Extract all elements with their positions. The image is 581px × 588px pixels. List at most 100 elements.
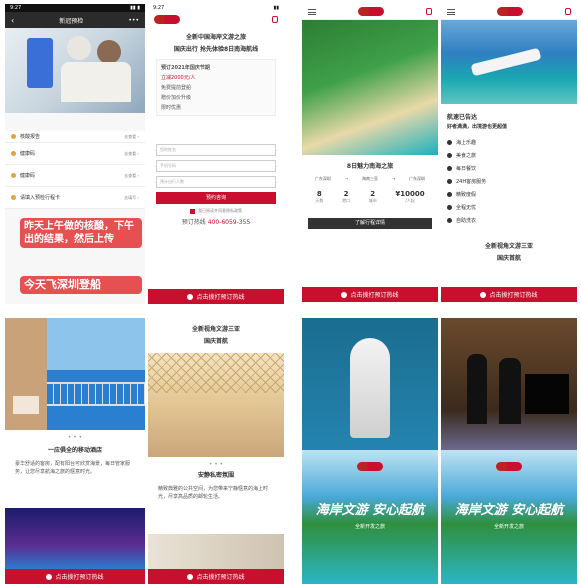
banner-title: 海岸文游 安心起航 <box>315 503 425 518</box>
ship-aerial-screen: 海岸文游 安心起航 全新开发之旅 <box>302 318 438 584</box>
show-photo <box>5 508 145 570</box>
section-heading: 一应俱全的移动酒店 <box>47 447 102 454</box>
section-subheading: 国庆首航 <box>203 338 228 345</box>
feature-row: 全程无忧 <box>441 201 577 214</box>
app-header: ‹ 新冠预检 ••• <box>5 12 145 28</box>
dining-photo <box>148 534 284 570</box>
logo <box>154 14 180 24</box>
status-bar: 9:27 ▮▮ ▮ <box>5 4 145 12</box>
carousel-dots: • • • <box>208 461 224 468</box>
doc-icon <box>11 151 16 156</box>
feature-icon <box>447 218 452 223</box>
people-field[interactable]: 预计出行人数 <box>156 176 276 188</box>
lounge-photo <box>148 353 284 457</box>
phone-icon <box>187 293 194 300</box>
musician-figure <box>467 354 487 424</box>
banner-sub: 全新开发之旅 <box>493 524 524 530</box>
checkbox-icon <box>190 208 195 214</box>
name-field[interactable]: 您的姓名 <box>156 144 276 156</box>
phone-icon[interactable] <box>426 8 432 15</box>
phone-icon <box>46 573 53 580</box>
health-check-screen: 9:27 ▮▮ ▮ ‹ 新冠预检 ••• 核酸报告 去查看 › 健康码 去查看 › 健… <box>5 4 145 304</box>
menu-icon[interactable] <box>308 8 316 15</box>
section-body: 精致典雅的公共空间，为您带来宁静惬意的海上时光，尽享高品质的邮轮生活。 <box>158 486 269 500</box>
app-header <box>148 12 284 26</box>
feature-icon <box>447 140 452 145</box>
doc-icon <box>11 173 16 178</box>
logo <box>441 456 577 475</box>
island-photo <box>302 20 438 155</box>
menu-icon[interactable] <box>447 8 455 15</box>
feature-icon <box>447 179 452 184</box>
hero-photo <box>5 28 145 113</box>
cabin-photo <box>5 318 145 430</box>
ship-aerial <box>350 338 390 438</box>
feature-row: 美食之旅 <box>441 149 577 162</box>
agree-checkbox[interactable]: 我已阅读并同意隐私政策 <box>148 208 284 214</box>
app-header <box>441 4 577 20</box>
feature-row: 自助洗衣 <box>441 214 577 227</box>
balcony-rail <box>47 382 145 406</box>
trip-title: 8日魅力南海之旅 <box>346 163 394 170</box>
carousel-dots: • • • <box>67 434 83 441</box>
submit-button[interactable]: 预约咨询 <box>156 192 276 204</box>
subheadline: 国庆出行 抢先体验8日南海航线 <box>173 46 259 53</box>
stage-photo <box>441 318 577 450</box>
person-figure <box>61 62 131 102</box>
feature-row: 海上乐趣 <box>441 136 577 149</box>
menu-row[interactable]: 核酸报告 去查看 › <box>5 131 145 143</box>
offer-box: 预订2021年国庆节期 立减2000元/人 免费提前登船 赠价加价升级 限时优惠 <box>156 59 276 116</box>
status-bar: 9:27 ▮▮ <box>148 4 284 12</box>
section-heading: 全新视角文游三亚 <box>191 326 240 333</box>
doc-icon <box>11 134 16 139</box>
headline: 全新中国海岸文游之旅 <box>185 34 246 41</box>
person-figure <box>67 36 91 60</box>
feature-icon <box>447 153 452 158</box>
menu-row[interactable]: 健康码 去查看 › <box>5 165 145 187</box>
feature-sub: 好者满满，出境游也更超值 <box>447 124 508 130</box>
section-heading: 全新视角文游三亚 <box>484 243 533 250</box>
phone-field[interactable]: 手机号码 <box>156 160 276 172</box>
more-icon[interactable]: ••• <box>128 17 139 24</box>
phone-icon <box>480 291 487 298</box>
phone-icon[interactable] <box>565 8 571 15</box>
feature-icon <box>447 205 452 210</box>
lounge-screen: 全新视角文游三亚 国庆首航 • • • 安静私密氛围 精致典雅的公共空间，为您带… <box>148 318 284 584</box>
features-screen: 航速已告达 好者满满，出境游也更超值 海上乐趣 美食之旅 每日餐饮 24H客房服… <box>441 4 577 302</box>
section-body: 豪华舒适的客房，配有阳台可欣赏海景，每日管家服务，让您尽享航海之旅的惬意时光。 <box>15 461 131 475</box>
musicians-screen: 海岸文游 安心起航 全新开发之旅 <box>441 318 577 584</box>
phone-graphic <box>27 38 53 88</box>
phone-icon <box>341 291 348 298</box>
cruise-ship-photo <box>441 20 577 104</box>
feature-icon <box>447 166 452 171</box>
menu-row[interactable]: 健康码 去查看 › <box>5 143 145 165</box>
feature-row: 每日餐饮 <box>441 162 577 175</box>
feature-icon <box>447 192 452 197</box>
section-subheading: 国庆首航 <box>496 255 521 262</box>
menu-row[interactable]: 请填入预检行程卡 去填写 › <box>5 187 145 209</box>
call-bar[interactable]: 点击拨打预订热线 <box>302 287 438 302</box>
call-bar[interactable]: 点击拨打预订热线 <box>148 289 284 304</box>
back-icon[interactable]: ‹ <box>11 16 14 25</box>
caption-overlay: 昨天上午做的核酸，下午出的结果，然后上传 <box>20 218 142 248</box>
call-bar[interactable]: 点击拨打预订热线 <box>441 287 577 302</box>
app-header <box>302 4 438 20</box>
call-bar[interactable]: 点击拨打预订热线 <box>148 569 284 584</box>
call-bar[interactable]: 点击拨打预订热线 <box>5 569 145 584</box>
doc-icon <box>11 195 16 200</box>
banner-sub: 全新开发之旅 <box>354 524 385 530</box>
person-figure <box>97 40 121 64</box>
coast-banner: 海岸文游 安心起航 全新开发之旅 <box>302 450 438 584</box>
phone-icon[interactable] <box>272 15 278 23</box>
feature-heading: 航速已告达 <box>447 114 478 121</box>
details-button[interactable]: 了解行程详情 <box>308 218 432 229</box>
itinerary-screen: 8日魅力南海之旅 广东深圳 → 海南三亚 → 广东深圳 8 天数 2 港口 2 城市 ¥100… <box>302 4 438 302</box>
phone-icon <box>187 573 194 580</box>
ceiling-lattice <box>148 353 284 393</box>
hotline[interactable]: 预订热线 400-6059-355 <box>148 217 284 226</box>
section-subtitle: 安静私密氛围 <box>197 472 234 479</box>
logo <box>497 7 523 16</box>
chair <box>13 396 39 414</box>
coast-banner: 海岸文游 安心起航 全新开发之旅 <box>441 450 577 584</box>
feature-row: 精致度假 <box>441 188 577 201</box>
